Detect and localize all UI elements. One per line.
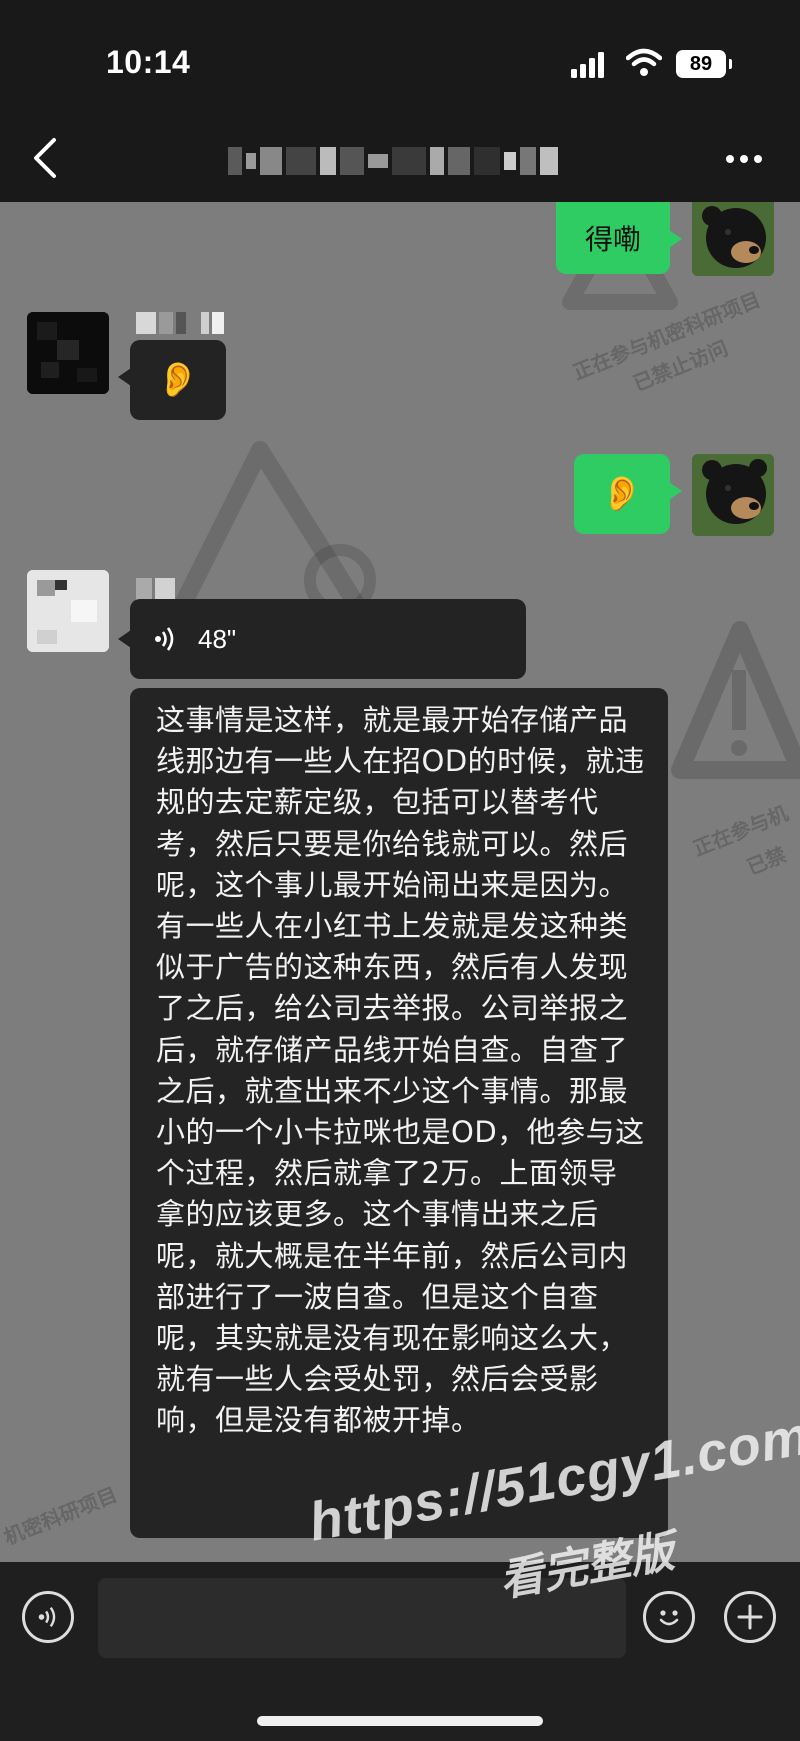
outgoing-text-bubble[interactable]: 得嘞 (556, 202, 682, 274)
ear-emoji: 👂 (600, 474, 644, 514)
wifi-icon (626, 48, 662, 76)
avatar[interactable] (27, 570, 109, 652)
plus-icon[interactable] (724, 1591, 776, 1643)
bear-avatar-image (692, 454, 774, 536)
chevron-left-icon[interactable] (28, 136, 64, 180)
sender-name-redacted (136, 312, 224, 334)
top-bar: 10:14 89 (0, 0, 800, 202)
voice-message-bubble[interactable]: 48" (118, 599, 526, 679)
voice-duration: 48" (198, 623, 237, 654)
pixelated-avatar-image (27, 312, 109, 394)
cellular-signal-icon (571, 52, 604, 78)
message-text: 得嘞 (584, 223, 641, 256)
chat-title-redacted (228, 143, 628, 179)
voice-wave-icon (155, 627, 174, 651)
incoming-emoji-bubble[interactable]: 👂 (118, 340, 226, 420)
avatar[interactable] (692, 202, 774, 276)
confidential-watermark-5: 机密科研项目 (0, 1482, 121, 1550)
voice-input-icon[interactable] (22, 1591, 74, 1643)
bear-avatar-image (692, 202, 774, 276)
emoji-icon[interactable] (643, 1591, 695, 1643)
warning-watermark-icon (671, 621, 800, 779)
pixelated-avatar-image (27, 570, 109, 652)
battery-indicator: 89 (676, 50, 732, 78)
outgoing-emoji-bubble[interactable]: 👂 (574, 454, 682, 534)
sender-name-redacted (136, 578, 175, 600)
confidential-watermark-4: 已禁 (743, 842, 790, 880)
more-dots-icon[interactable] (724, 152, 764, 166)
status-time: 10:14 (106, 44, 191, 80)
avatar[interactable] (27, 312, 109, 394)
ear-emoji: 👂 (156, 360, 200, 400)
voice-transcript-text[interactable]: 这事情是这样，就是最开始存储产品线那边有一些人在招OD的时候，就违规的去定薪定级… (130, 688, 668, 1538)
avatar[interactable] (692, 454, 774, 536)
home-indicator[interactable] (257, 1716, 543, 1726)
